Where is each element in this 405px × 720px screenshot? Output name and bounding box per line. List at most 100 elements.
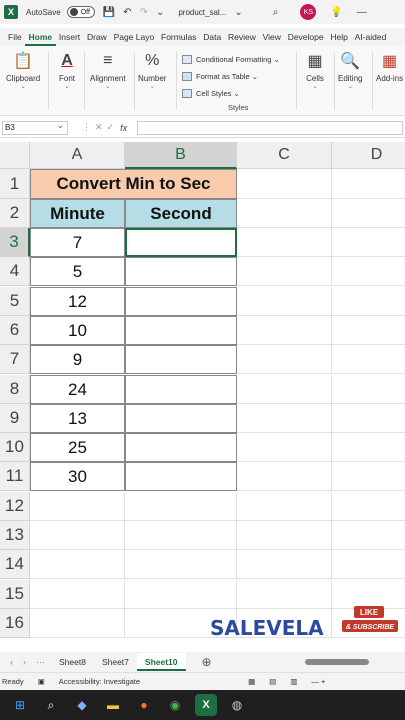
- empty-cell[interactable]: [237, 169, 332, 199]
- empty-cell[interactable]: [125, 521, 237, 550]
- minute-cell[interactable]: 12: [30, 287, 125, 316]
- sheet-next-icon[interactable]: ›: [23, 657, 26, 667]
- lightbulb-icon[interactable]: 💡: [330, 7, 342, 18]
- empty-cell[interactable]: [237, 228, 332, 257]
- macro-record-icon[interactable]: ▣: [38, 677, 45, 686]
- app-icon[interactable]: ◍: [226, 694, 248, 716]
- row-header-12[interactable]: 12: [0, 492, 30, 521]
- empty-cell[interactable]: [237, 580, 332, 609]
- empty-cell[interactable]: [332, 375, 405, 404]
- menu-draw[interactable]: Draw: [84, 28, 111, 46]
- accessibility-status[interactable]: Accessibility: Investigate: [59, 677, 140, 686]
- minute-cell[interactable]: 13: [30, 404, 125, 433]
- excel-icon[interactable]: X: [195, 694, 217, 716]
- avatar[interactable]: KS: [300, 4, 317, 20]
- menu-ai-aided[interactable]: AI-aided: [351, 28, 389, 46]
- alignment-group[interactable]: ≡ Alignment ⌄: [90, 50, 126, 90]
- empty-cell[interactable]: [332, 199, 405, 228]
- name-box[interactable]: B3: [2, 119, 68, 135]
- row-header-4[interactable]: 4: [0, 257, 30, 286]
- file-name[interactable]: product_sal...: [178, 8, 226, 17]
- minute-header-cell[interactable]: Minute: [30, 199, 125, 228]
- clipboard-group[interactable]: 📋 Clipboard ⌄: [6, 50, 40, 90]
- zoom-slider[interactable]: — +: [311, 677, 325, 686]
- empty-cell[interactable]: [332, 287, 405, 316]
- row-header-16[interactable]: 16: [0, 609, 30, 638]
- menu-file[interactable]: File: [0, 28, 25, 46]
- row-header-11[interactable]: 11: [0, 462, 30, 491]
- minute-cell[interactable]: 30: [30, 462, 125, 491]
- sheet-prev-icon[interactable]: ‹: [10, 657, 13, 667]
- horizontal-scrollbar[interactable]: [305, 659, 369, 665]
- row-header-13[interactable]: 13: [0, 521, 30, 550]
- add-sheet-icon[interactable]: ⊕: [202, 655, 212, 669]
- menu-help[interactable]: Help: [327, 28, 351, 46]
- empty-cell[interactable]: [332, 345, 405, 374]
- second-cell[interactable]: [125, 462, 237, 491]
- row-header-7[interactable]: 7: [0, 345, 30, 374]
- empty-cell[interactable]: [30, 580, 125, 609]
- firefox-icon[interactable]: ●: [133, 694, 155, 716]
- empty-cell[interactable]: [332, 492, 405, 521]
- second-cell[interactable]: [125, 404, 237, 433]
- menu-developer[interactable]: Develope: [284, 28, 327, 46]
- second-cell[interactable]: [125, 257, 237, 286]
- format-as-table-button[interactable]: Format as Table ⌄: [182, 68, 280, 85]
- tab-sheet10[interactable]: Sheet10: [136, 653, 186, 671]
- minute-cell[interactable]: 25: [30, 433, 125, 462]
- row-header-14[interactable]: 14: [0, 550, 30, 579]
- more-sheets-icon[interactable]: ⋯: [36, 657, 45, 668]
- empty-cell[interactable]: [237, 404, 332, 433]
- search-icon[interactable]: ⌕: [40, 694, 62, 716]
- menu-insert[interactable]: Insert: [56, 28, 84, 46]
- minute-cell[interactable]: 7: [30, 228, 125, 257]
- page-break-view-icon[interactable]: ▥: [290, 677, 297, 686]
- conditional-formatting-button[interactable]: Conditional Formatting ⌄: [182, 51, 280, 68]
- minute-cell[interactable]: 5: [30, 257, 125, 286]
- customize-icon[interactable]: ⌄: [156, 7, 164, 18]
- minute-cell[interactable]: 10: [30, 316, 125, 345]
- empty-cell[interactable]: [30, 492, 125, 521]
- second-cell[interactable]: [125, 345, 237, 374]
- save-icon[interactable]: 💾: [103, 7, 115, 18]
- filename-chevron-icon[interactable]: ⌄: [234, 7, 242, 18]
- empty-cell[interactable]: [125, 550, 237, 579]
- menu-review[interactable]: Review: [225, 28, 260, 46]
- row-header-3[interactable]: 3: [0, 228, 30, 257]
- empty-cell[interactable]: [30, 521, 125, 550]
- empty-cell[interactable]: [332, 257, 405, 286]
- chrome-icon[interactable]: ◉: [164, 694, 186, 716]
- file-explorer-icon[interactable]: ▬: [102, 694, 124, 716]
- row-header-6[interactable]: 6: [0, 316, 30, 345]
- cell-styles-button[interactable]: Cell Styles ⌄: [182, 85, 280, 102]
- empty-cell[interactable]: [237, 257, 332, 286]
- active-cell-b3[interactable]: [125, 228, 237, 257]
- second-cell[interactable]: [125, 287, 237, 316]
- fx-button[interactable]: fx: [120, 123, 127, 133]
- menu-view[interactable]: View: [259, 28, 284, 46]
- column-header-a[interactable]: A: [30, 142, 125, 169]
- row-header-9[interactable]: 9: [0, 404, 30, 433]
- minimize-icon[interactable]: —: [357, 7, 367, 18]
- empty-cell[interactable]: [332, 550, 405, 579]
- minute-cell[interactable]: 9: [30, 345, 125, 374]
- empty-cell[interactable]: [237, 345, 332, 374]
- row-header-1[interactable]: 1: [0, 169, 30, 199]
- row-header-10[interactable]: 10: [0, 433, 30, 462]
- autosave-toggle[interactable]: Off: [66, 6, 95, 18]
- column-header-c[interactable]: C: [237, 142, 332, 169]
- empty-cell[interactable]: [237, 287, 332, 316]
- search-icon[interactable]: ⌕: [273, 7, 279, 18]
- empty-cell[interactable]: [332, 462, 405, 491]
- cells-group[interactable]: ▦ Cells ⌄: [304, 50, 326, 90]
- empty-cell[interactable]: [125, 580, 237, 609]
- empty-cell[interactable]: [332, 169, 405, 199]
- empty-cell[interactable]: [332, 404, 405, 433]
- empty-cell[interactable]: [237, 316, 332, 345]
- column-header-d[interactable]: D: [332, 142, 405, 169]
- empty-cell[interactable]: [332, 316, 405, 345]
- row-header-2[interactable]: 2: [0, 199, 30, 228]
- undo-icon[interactable]: ↶: [123, 7, 131, 18]
- menu-home[interactable]: Home: [25, 28, 56, 46]
- empty-cell[interactable]: [332, 521, 405, 550]
